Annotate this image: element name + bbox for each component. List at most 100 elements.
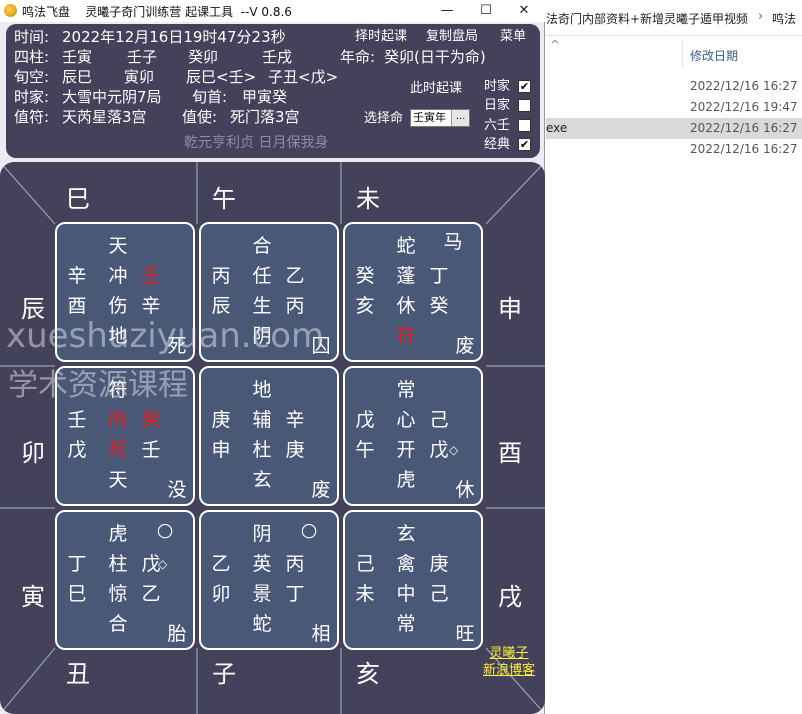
palace-cell-men: 惊: [108, 583, 128, 605]
palace-cell-hg2: 辰: [211, 295, 231, 317]
palace-cell-hg2: 未: [355, 583, 375, 605]
palace-cell-hg2: 酉: [67, 295, 87, 317]
branch-yin: 寅: [21, 583, 45, 611]
maximize-button[interactable]: ☐: [474, 1, 498, 21]
palace-cell-shen: 阴: [252, 523, 272, 545]
explorer-address-bar[interactable]: 法奇门内部资料+新增灵曦子遁甲视频 › 鸣法: [546, 0, 802, 36]
date-column-header[interactable]: 修改日期: [690, 47, 738, 64]
file-date: 2022/12/16 19:47: [690, 100, 798, 114]
pillars-label: 四柱:: [14, 48, 50, 66]
cishi-button[interactable]: 此时起课: [410, 80, 462, 98]
option-label-rijia: 日家: [484, 98, 511, 113]
palace-4[interactable]: 符壬丙癸戊死壬天 没: [55, 366, 195, 506]
palace-cell-hg: 辛: [67, 265, 87, 287]
column-divider: [682, 40, 683, 68]
palace-cell-men: 伤: [108, 295, 128, 317]
menu-button[interactable]: 菜单: [500, 28, 526, 46]
pillar-day: 癸卯: [188, 48, 219, 66]
signature-link[interactable]: 灵曦子 新浪博客: [478, 645, 540, 679]
palace-7[interactable]: 虎 ○ 丁柱戊巳惊乙合胎 ◇: [55, 510, 195, 650]
ming-year-value: 壬寅年: [413, 111, 446, 124]
palace-cell-xing: 辅: [252, 409, 272, 431]
palace-9[interactable]: 玄己禽庚未中己常 旺: [343, 510, 483, 650]
time-label: 时间:: [14, 28, 50, 46]
branch-xu: 戌: [498, 583, 522, 611]
close-button[interactable]: ✕: [512, 1, 536, 21]
palace-cell-hg2: 申: [211, 439, 231, 461]
palace-3[interactable]: 蛇 马癸蓬丁亥休癸符 废: [343, 222, 483, 362]
palace-cell-tg2: 庚: [285, 439, 305, 461]
palace-cell-god: 天: [108, 469, 128, 491]
palace-5[interactable]: 地庚辅辛申杜庚玄 废: [199, 366, 339, 506]
palace-cell-shen: 合: [252, 235, 272, 257]
title-bar[interactable]: 鸣法飞盘 灵曦子奇门训练营 起课工具 --V 0.8.6 — ☐ ✕: [0, 0, 545, 22]
app-window: 鸣法飞盘 灵曦子奇门训练营 起课工具 --V 0.8.6 — ☐ ✕ 时间: 2…: [0, 0, 545, 714]
palace-cell-shen: 天: [108, 235, 128, 257]
palace-1[interactable]: 天辛冲壬酉伤辛地 死: [55, 222, 195, 362]
xunshou-value: 甲寅癸: [242, 88, 288, 106]
file-row[interactable]: 2022/12/16 19:47: [546, 97, 802, 118]
palace-cell-hg: 戊: [355, 409, 375, 431]
palace-6[interactable]: 常戊心己午开戊虎 休 ◇: [343, 366, 483, 506]
file-row[interactable]: 2022/12/16 16:27: [546, 139, 802, 160]
file-row-selected[interactable]: exe 2022/12/16 16:27: [546, 118, 802, 139]
palace-cell-tg2: 乙: [141, 583, 161, 605]
xunkong-year: 辰巳: [62, 68, 93, 86]
motto-text: 乾元亨利贞 日月保我身: [184, 135, 329, 151]
palace-cell-men: 休: [396, 295, 416, 317]
palace-8[interactable]: 阴 ○ 乙英丙卯景丁蛇 相: [199, 510, 339, 650]
breadcrumb-next[interactable]: 鸣法: [772, 10, 796, 27]
option-label-liuren: 六壬: [484, 118, 511, 133]
option-checkbox-shijia[interactable]: ✔: [518, 80, 531, 93]
palace-cell-hg: 庚: [211, 409, 231, 431]
palace-cell-god: 阴: [252, 325, 272, 347]
palace-cell-hg2: 卯: [211, 583, 231, 605]
file-name: exe: [546, 121, 568, 135]
zhifu-label: 值符:: [14, 108, 50, 126]
diamond-mark-icon: ◇: [449, 443, 459, 457]
branch-wei: 未: [356, 185, 380, 213]
minimize-button[interactable]: —: [435, 1, 459, 21]
file-row[interactable]: 2022/12/16 16:27: [546, 76, 802, 97]
ming-year-browse-button[interactable]: ...: [451, 110, 469, 126]
collapse-chevron-icon[interactable]: ^: [550, 38, 560, 52]
copy-chart-button[interactable]: 复制盘局: [426, 28, 478, 46]
branch-hai: 亥: [356, 660, 380, 688]
palace-cell-tg: 丁: [429, 265, 449, 287]
palace-cell-god: 玄: [252, 469, 272, 491]
branch-chen: 辰: [21, 295, 45, 323]
xunkong-label: 旬空:: [14, 68, 50, 86]
file-date: 2022/12/16 16:27: [690, 121, 798, 135]
option-checkbox-jingdian[interactable]: ✔: [518, 138, 531, 151]
file-date: 2022/12/16 16:27: [690, 142, 798, 156]
palace-cell-sp: 马: [443, 231, 463, 253]
breadcrumb-separator: ›: [758, 9, 764, 24]
signature-name: 灵曦子: [489, 646, 529, 661]
palace-cell-xing: 柱: [108, 553, 128, 575]
palace-cell-god: 合: [108, 613, 128, 635]
palace-cell-state: 废: [311, 479, 331, 501]
option-checkbox-rijia[interactable]: [518, 99, 531, 112]
breadcrumb-folder[interactable]: 法奇门内部资料+新增灵曦子遁甲视频: [546, 10, 748, 27]
palace-cell-xing: 心: [396, 409, 416, 431]
palace-cell-god: 常: [396, 613, 416, 635]
zeshi-button[interactable]: 择时起课: [355, 28, 407, 46]
palace-cell-hg: 己: [355, 553, 375, 575]
palace-cell-tg2: 己: [429, 583, 449, 605]
palace-cell-state: 囚: [311, 335, 331, 357]
xunshou-label: 旬首:: [192, 88, 228, 106]
ming-year-select[interactable]: 壬寅年 ...: [410, 109, 470, 127]
palace-cell-xing: 蓬: [396, 265, 416, 287]
zhishi-label: 值使:: [182, 108, 218, 126]
palace-cell-hg2: 戊: [67, 439, 87, 461]
branch-shen: 申: [498, 295, 522, 323]
palace-cell-xing: 禽: [396, 553, 416, 575]
option-checkbox-liuren[interactable]: [518, 119, 531, 132]
branch-si: 巳: [66, 185, 90, 213]
xunkong-hour: 子丑<戊>: [268, 68, 339, 86]
zhishi-value: 死门落3宫: [230, 108, 300, 126]
palace-cell-tg2: 壬: [141, 439, 161, 461]
palace-cell-state: 没: [167, 479, 187, 501]
palace-2[interactable]: 合丙任乙辰生丙阴 囚: [199, 222, 339, 362]
branch-chou: 丑: [66, 660, 90, 688]
